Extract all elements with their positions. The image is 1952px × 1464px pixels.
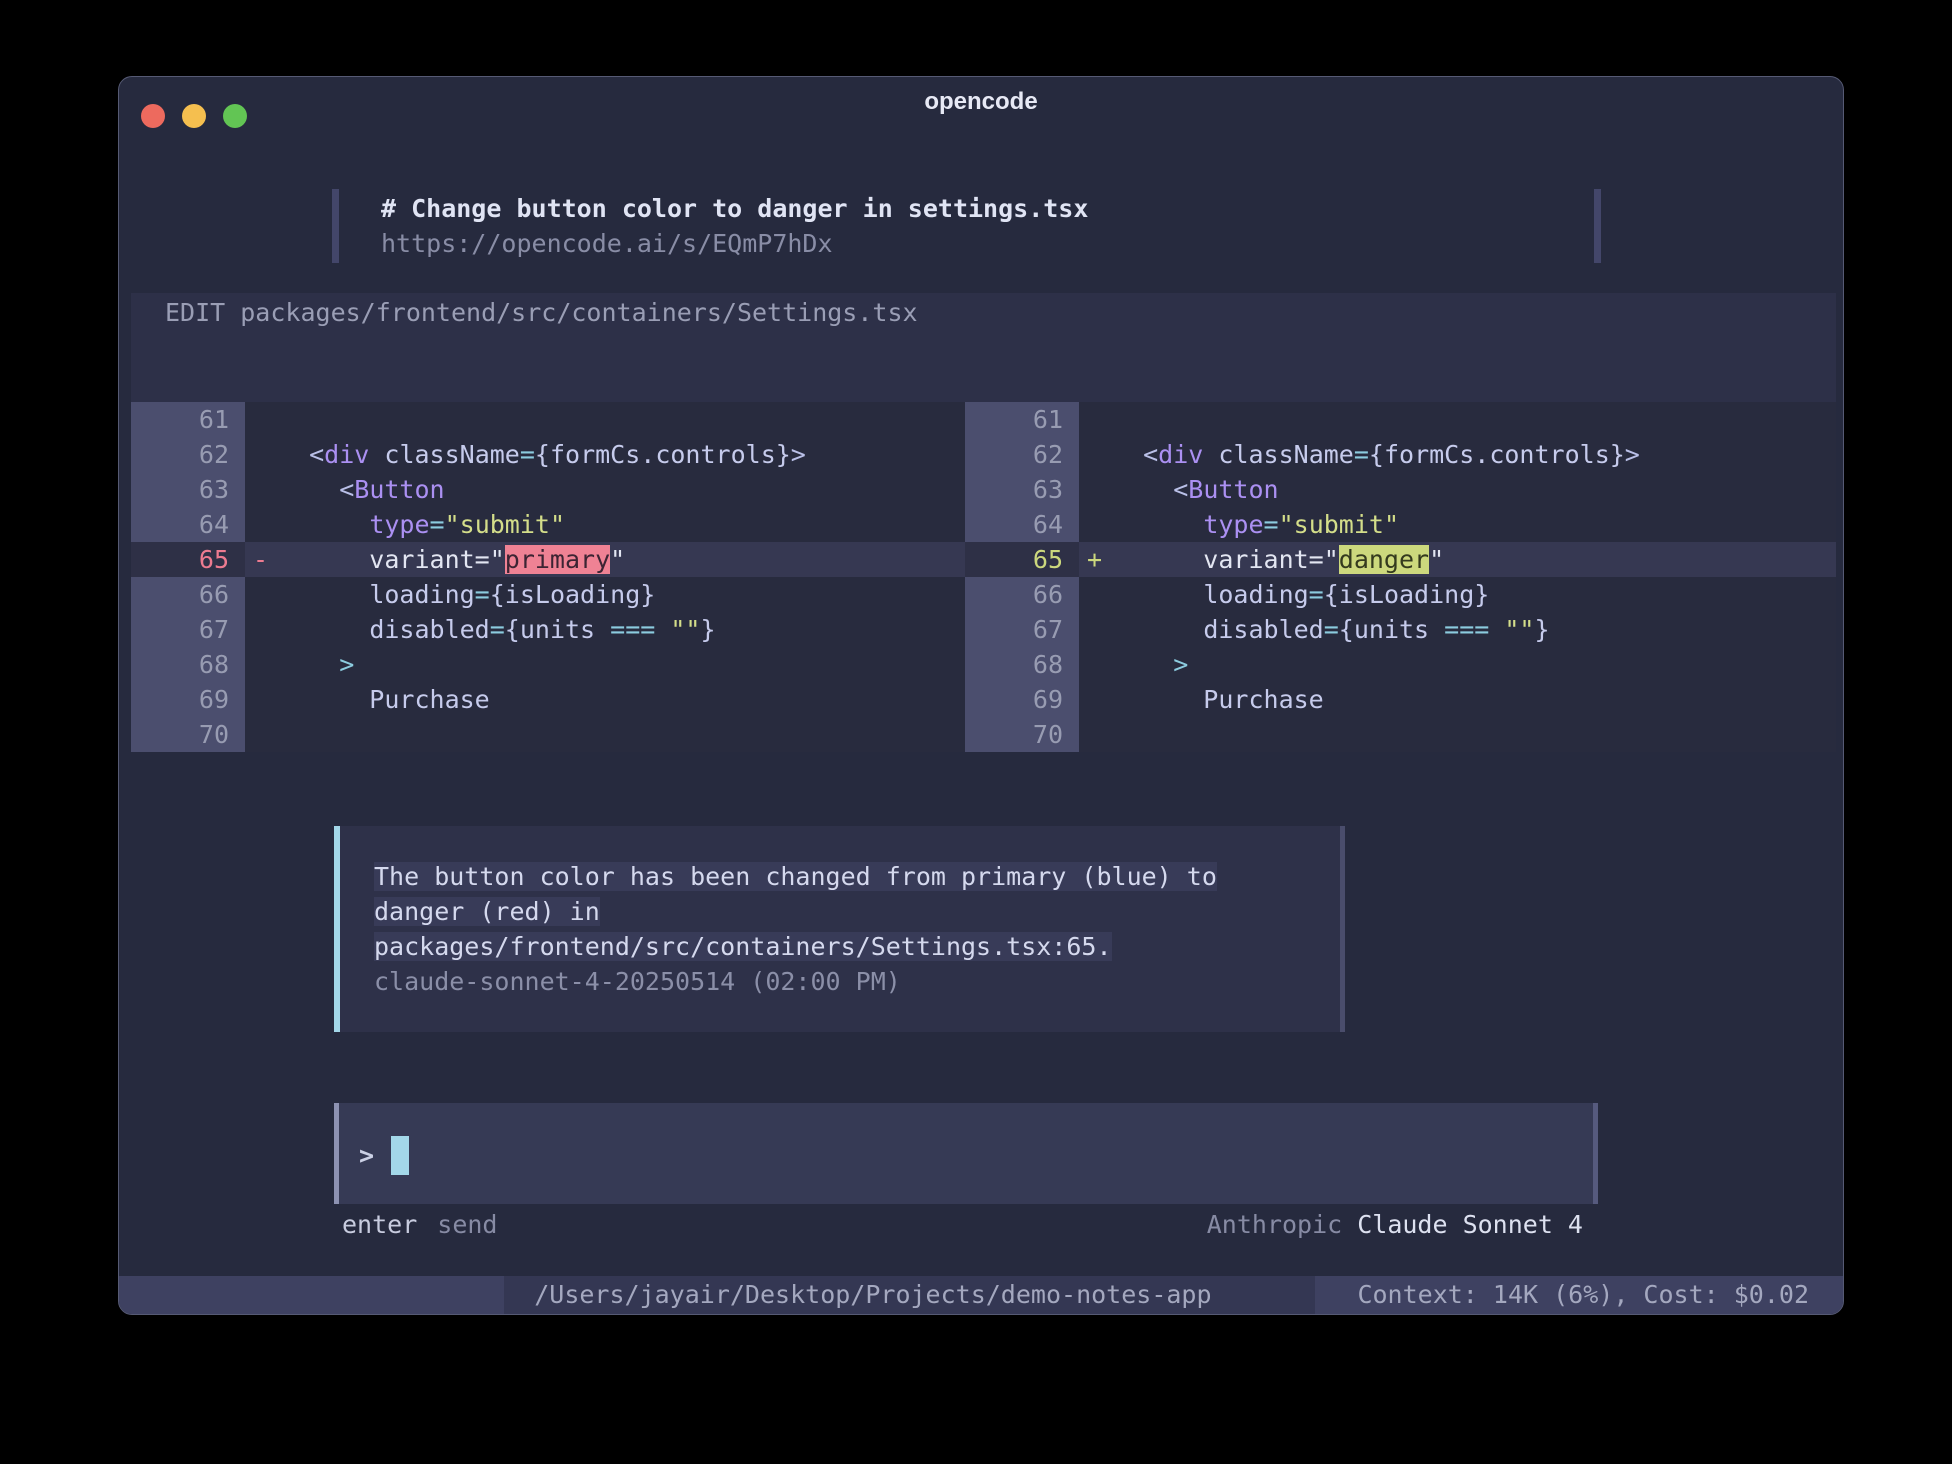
assistant-meta: claude-sonnet-4-20250514 (02:00 PM) xyxy=(374,964,1340,999)
code-line: <Button xyxy=(245,472,965,507)
code-line: + variant="danger" xyxy=(1079,542,1836,577)
share-url-link[interactable]: https://opencode.ai/s/EQmP7hDx xyxy=(381,226,1594,261)
assistant-text-line: The button color has been changed from p… xyxy=(374,859,1340,894)
code-line: Purchase xyxy=(245,682,965,717)
assistant-lines: The button color has been changed from p… xyxy=(374,859,1340,964)
code-line: type="submit" xyxy=(1079,507,1836,542)
code-line: loading={isLoading} xyxy=(1079,577,1836,612)
line-number: 61 xyxy=(965,402,1079,437)
keybind-key: enter xyxy=(342,1210,417,1239)
line-number: 70 xyxy=(965,717,1079,752)
line-number: 66 xyxy=(965,577,1079,612)
prompt-input[interactable]: > xyxy=(334,1103,1598,1204)
code-line xyxy=(1079,402,1836,437)
diff-row: 70 70 xyxy=(131,717,1836,752)
line-number: 69 xyxy=(131,682,245,717)
code-line xyxy=(245,717,965,752)
assistant-message-block: The button color has been changed from p… xyxy=(334,826,1345,1032)
code-line: <Button xyxy=(1079,472,1836,507)
code-line: disabled={units === ""} xyxy=(245,612,965,647)
edit-diff-panel: EDIT packages/frontend/src/containers/Se… xyxy=(131,293,1836,752)
line-number: 68 xyxy=(131,647,245,682)
diff-row: 63 <Button63 <Button xyxy=(131,472,1836,507)
opencode-window: opencode # Change button color to danger… xyxy=(118,76,1844,1315)
line-number: 66 xyxy=(131,577,245,612)
code-line: type="submit" xyxy=(245,507,965,542)
line-number: 62 xyxy=(965,437,1079,472)
line-number: 61 xyxy=(131,402,245,437)
status-cwd: /Users/jayair/Desktop/Projects/demo-note… xyxy=(504,1276,1315,1314)
assistant-text-line: danger (red) in xyxy=(374,894,1340,929)
diff-row: 64 type="submit"64 type="submit" xyxy=(131,507,1836,542)
assistant-text-line: packages/frontend/src/containers/Setting… xyxy=(374,929,1340,964)
line-number: 67 xyxy=(131,612,245,647)
line-number: 68 xyxy=(965,647,1079,682)
line-number: 64 xyxy=(965,507,1079,542)
text-cursor xyxy=(391,1136,409,1175)
model-info: Anthropic Claude Sonnet 4 xyxy=(1207,1207,1583,1242)
added-marker: + xyxy=(1087,542,1102,577)
diff-row: 66 loading={isLoading}66 loading={isLoad… xyxy=(131,577,1836,612)
code-line: > xyxy=(245,647,965,682)
diff-row: 67 disabled={units === ""}67 disabled={u… xyxy=(131,612,1836,647)
code-line: <div className={formCs.controls}> xyxy=(1079,437,1836,472)
code-line: - variant="primary" xyxy=(245,542,965,577)
user-message-block: # Change button color to danger in setti… xyxy=(332,189,1601,263)
keybind-hint: enter send xyxy=(342,1207,497,1242)
code-line: disabled={units === ""} xyxy=(1079,612,1836,647)
window-title: opencode xyxy=(119,88,1843,116)
code-line: loading={isLoading} xyxy=(245,577,965,612)
model-name: Claude Sonnet 4 xyxy=(1357,1210,1583,1239)
status-bar: opencode v0.1.156 /Users/jayair/Desktop/… xyxy=(119,1276,1843,1314)
line-number: 64 xyxy=(131,507,245,542)
line-number: 67 xyxy=(965,612,1079,647)
code-line xyxy=(245,402,965,437)
diff-row: 68 >68 > xyxy=(131,647,1836,682)
line-number: 65 xyxy=(131,542,245,577)
status-context-cost: Context: 14K (6%), Cost: $0.02 xyxy=(1315,1276,1843,1314)
diff-rows: 616162 <div className={formCs.controls}>… xyxy=(131,402,1836,752)
keybind-action: send xyxy=(437,1210,497,1239)
code-line xyxy=(1079,717,1836,752)
line-number: 63 xyxy=(131,472,245,507)
code-line: Purchase xyxy=(1079,682,1836,717)
line-number: 70 xyxy=(131,717,245,752)
line-number: 63 xyxy=(965,472,1079,507)
prompt-caret-icon: > xyxy=(359,1141,374,1170)
code-line: > xyxy=(1079,647,1836,682)
line-number: 65 xyxy=(965,542,1079,577)
diff-row: 61 61 xyxy=(131,402,1836,437)
edit-file-header: EDIT packages/frontend/src/containers/Se… xyxy=(165,298,918,328)
removed-marker: - xyxy=(253,542,268,577)
line-number: 69 xyxy=(965,682,1079,717)
line-number: 62 xyxy=(131,437,245,472)
diff-row: 65- variant="primary"65+ variant="danger… xyxy=(131,542,1836,577)
code-line: <div className={formCs.controls}> xyxy=(245,437,965,472)
diff-row: 62 <div className={formCs.controls}>62 <… xyxy=(131,437,1836,472)
diff-row: 69 Purchase69 Purchase xyxy=(131,682,1836,717)
footer-hints: enter send Anthropic Claude Sonnet 4 xyxy=(342,1207,1583,1242)
user-message-title: # Change button color to danger in setti… xyxy=(381,191,1594,226)
model-provider: Anthropic xyxy=(1207,1210,1342,1239)
status-app-version: opencode v0.1.156 xyxy=(119,1276,504,1314)
